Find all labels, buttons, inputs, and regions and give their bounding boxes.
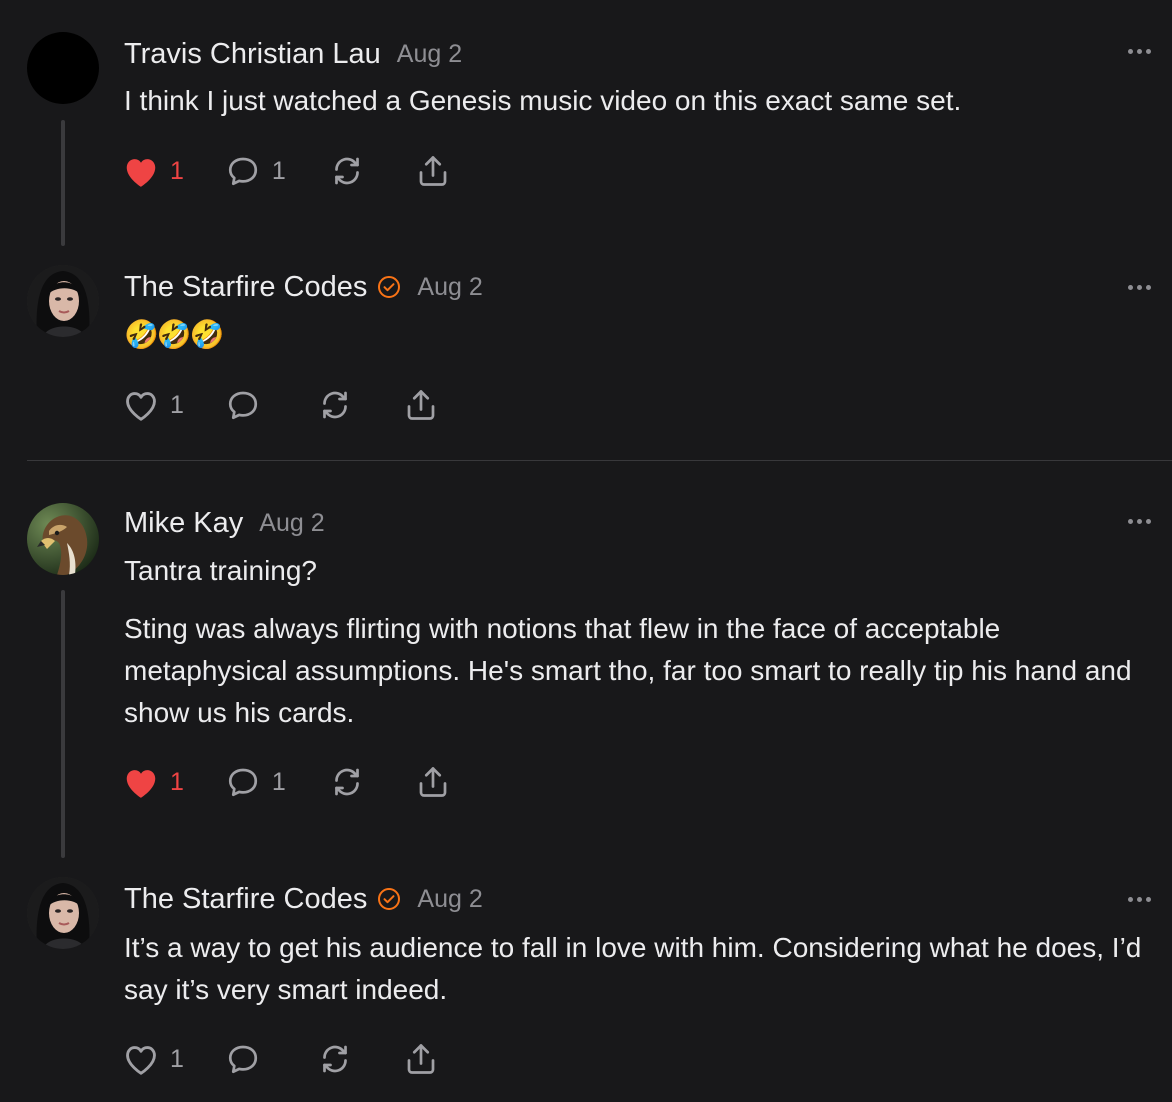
- reply-button[interactable]: [224, 1041, 272, 1077]
- like-button[interactable]: 1: [122, 387, 184, 423]
- like-count: 1: [170, 1044, 184, 1073]
- heart-icon: [126, 392, 156, 421]
- comment-paragraph: Tantra training?: [124, 555, 318, 586]
- comment-actions: 1 1: [122, 762, 452, 802]
- like-button[interactable]: 1: [122, 1041, 184, 1077]
- comment-actions: 1: [122, 385, 440, 425]
- speech-bubble-icon: [228, 1045, 258, 1074]
- comment-body: I think I just watched a Genesis music v…: [124, 80, 1144, 122]
- restack-button[interactable]: [316, 387, 354, 423]
- reply-count: 1: [271, 156, 286, 185]
- reply-button[interactable]: 1: [224, 153, 286, 189]
- comment-body: Tantra training? Sting was always flirti…: [124, 550, 1144, 734]
- like-button[interactable]: 1: [122, 153, 184, 189]
- avatar[interactable]: [27, 503, 99, 575]
- like-count: 1: [170, 156, 184, 185]
- share-upload-icon: [407, 1044, 435, 1074]
- share-upload-icon: [407, 390, 435, 420]
- more-icon[interactable]: [1128, 515, 1158, 527]
- thread-line: [61, 120, 65, 246]
- reply-button[interactable]: [224, 387, 272, 423]
- share-upload-icon: [419, 156, 447, 186]
- more-icon[interactable]: [1128, 281, 1158, 293]
- author-name[interactable]: The Starfire Codes: [124, 883, 367, 916]
- comment-actions: 1: [122, 1039, 440, 1079]
- comment-header: Mike Kay Aug 2: [124, 503, 325, 543]
- like-count: 1: [170, 767, 184, 796]
- avatar-portrait-icon: [27, 877, 99, 949]
- comment-date[interactable]: Aug 2: [259, 509, 324, 538]
- avatar-eagle-icon: [27, 503, 99, 575]
- more-icon[interactable]: [1128, 45, 1158, 57]
- author-name[interactable]: Mike Kay: [124, 507, 243, 540]
- verified-check-badge-icon: [378, 276, 401, 298]
- speech-bubble-icon: [228, 391, 258, 420]
- restack-arrows-icon: [323, 1045, 347, 1073]
- avatar[interactable]: [27, 32, 99, 104]
- thread-divider: [27, 460, 1172, 461]
- reply-count: 1: [271, 767, 286, 796]
- comment: The Starfire Codes Aug 2 🤣🤣🤣 1: [0, 250, 1172, 460]
- comment-body: 🤣🤣🤣: [124, 314, 1144, 356]
- comment-header: Travis Christian Lau Aug 2: [124, 34, 462, 74]
- comment-paragraph: It’s a way to get his audience to fall i…: [124, 932, 1142, 1005]
- comment-paragraph: I think I just watched a Genesis music v…: [124, 85, 962, 116]
- comment: Travis Christian Lau Aug 2 I think I jus…: [0, 0, 1172, 250]
- restack-button[interactable]: [316, 1041, 354, 1077]
- comment-date[interactable]: Aug 2: [417, 273, 482, 302]
- avatar[interactable]: [27, 265, 99, 337]
- heart-icon: [126, 159, 156, 187]
- restack-arrows-icon: [323, 391, 347, 419]
- speech-bubble-icon: [228, 157, 258, 186]
- comment: The Starfire Codes Aug 2 It’s a way to g…: [0, 862, 1172, 1102]
- comment-date[interactable]: Aug 2: [397, 40, 462, 69]
- comment-header: The Starfire Codes Aug 2: [124, 267, 483, 307]
- heart-icon: [126, 1046, 156, 1075]
- speech-bubble-icon: [228, 768, 258, 797]
- avatar[interactable]: [27, 877, 99, 949]
- reply-button[interactable]: 1: [224, 764, 286, 800]
- thread-line: [61, 590, 65, 858]
- comment-header: The Starfire Codes Aug 2: [124, 879, 483, 919]
- verified-check-badge-icon: [378, 888, 401, 910]
- more-icon[interactable]: [1128, 893, 1158, 905]
- restack-button[interactable]: [328, 764, 366, 800]
- comment-date[interactable]: Aug 2: [417, 885, 482, 914]
- share-button[interactable]: [402, 387, 440, 423]
- comment-actions: 1 1: [122, 151, 452, 191]
- share-button[interactable]: [414, 764, 452, 800]
- like-button[interactable]: 1: [122, 764, 184, 800]
- comment: Mike Kay Aug 2 Tantra training? Sting wa…: [0, 462, 1172, 862]
- comment-paragraph: 🤣🤣🤣: [124, 319, 225, 350]
- restack-button[interactable]: [328, 153, 366, 189]
- comment-paragraph: Sting was always flirting with notions t…: [124, 613, 1132, 728]
- author-name[interactable]: The Starfire Codes: [124, 271, 367, 304]
- share-upload-icon: [419, 767, 447, 797]
- author-name[interactable]: Travis Christian Lau: [124, 38, 381, 71]
- restack-arrows-icon: [334, 157, 359, 185]
- restack-arrows-icon: [334, 768, 359, 796]
- avatar-portrait-icon: [27, 265, 99, 337]
- share-button[interactable]: [414, 153, 452, 189]
- heart-icon: [126, 770, 156, 798]
- comment-body: It’s a way to get his audience to fall i…: [124, 927, 1144, 1011]
- share-button[interactable]: [402, 1041, 440, 1077]
- like-count: 1: [170, 390, 184, 419]
